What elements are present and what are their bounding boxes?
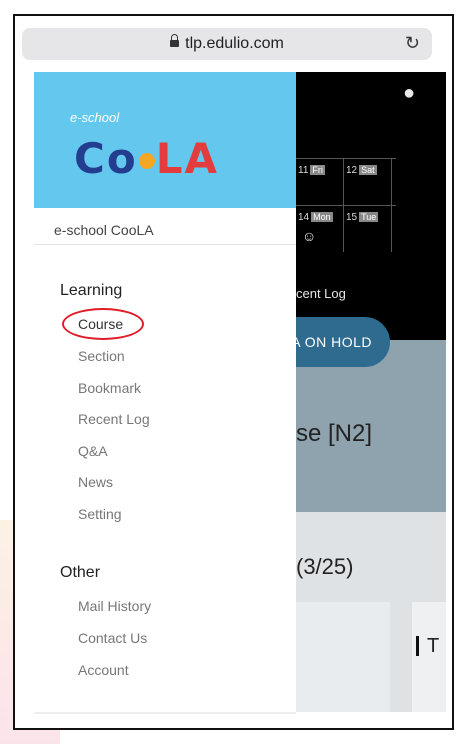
background-header: ● 11 Fri 12 Sat 14 Mon ☺ 15 Tue cent Log [296,72,446,340]
recent-log-link[interactable]: cent Log [296,286,346,301]
course-title: se [N2] [296,420,373,447]
nav-item-bookmark[interactable]: Bookmark [78,380,141,396]
calendar-cell[interactable]: 14 Mon ☺ [296,206,344,252]
nav-item-setting[interactable]: Setting [78,506,122,522]
url-text: tlp.edulio.com [185,35,284,52]
address-bar[interactable]: tlp.edulio.com ↻ [22,28,432,60]
date-label: (3/25) [296,554,354,579]
calendar: 11 Fri 12 Sat 14 Mon ☺ 15 Tue [296,158,396,252]
content-card[interactable] [296,602,390,712]
divider [34,244,296,245]
user-icon[interactable]: ● [403,82,415,105]
logo: Co LA [74,134,219,183]
calendar-cell[interactable]: 15 Tue [344,206,392,252]
nav-item-account[interactable]: Account [78,662,129,678]
section-heading-learning: Learning [60,282,123,299]
smiley-icon: ☺ [302,228,317,244]
content-card[interactable]: T [412,602,446,712]
nav-item-recent-log[interactable]: Recent Log [78,411,150,427]
logo-dot-icon [138,153,155,169]
nav-item-section[interactable]: Section [78,348,125,364]
reload-icon[interactable]: ↻ [405,33,420,54]
background-app: ● 11 Fri 12 Sat 14 Mon ☺ 15 Tue cent Log A ON… [296,72,446,712]
navigation-drawer: e-school Co LA e-school CooLA Learning Co… [34,72,296,714]
app-name: e-school CooLA [54,222,154,238]
lock-icon [170,34,180,47]
nav-item-course[interactable]: Course [78,316,123,332]
section-heading-other: Other [60,564,101,581]
nav-item-news[interactable]: News [78,474,113,490]
on-hold-button[interactable]: A ON HOLD [296,317,390,367]
calendar-cell[interactable]: 11 Fri [296,159,344,205]
nav-item-contact-us[interactable]: Contact Us [78,630,147,646]
nav-item-qa[interactable]: Q&A [78,443,108,459]
divider [34,712,296,714]
nav-item-mail-history[interactable]: Mail History [78,598,151,614]
calendar-cell[interactable]: 12 Sat [344,159,392,205]
logo-subtitle: e-school [70,110,120,125]
logo-banner: e-school Co LA [34,72,296,208]
